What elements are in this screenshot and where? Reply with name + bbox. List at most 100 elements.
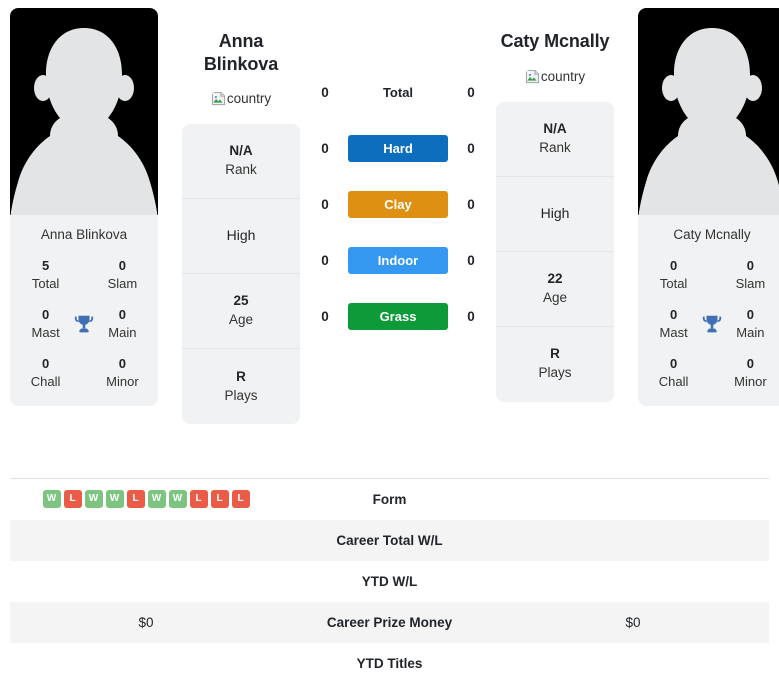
right-ytd-titles xyxy=(497,643,769,684)
right-info-age: 22 Age xyxy=(496,252,614,327)
form-badge-l: L xyxy=(189,490,208,509)
label: Total xyxy=(31,275,60,291)
left-player-avatar xyxy=(10,8,158,215)
left-info-plays: R Plays xyxy=(182,349,300,424)
comparison-stats-table: WLWWLWWLLL Form Career Total W/L YTD W/L… xyxy=(10,478,769,684)
left-info-card: N/A Rank High 25 Age R Plays xyxy=(182,124,300,424)
name-line-2: Blinkova xyxy=(203,53,279,74)
form-badge-w: W xyxy=(84,490,103,509)
left-score-total: 0 xyxy=(321,84,329,100)
left-card-player-name: Anna Blinkova xyxy=(40,227,128,242)
right-country-flag: country xyxy=(524,68,586,84)
value: R xyxy=(236,368,246,384)
label: Slam xyxy=(735,275,766,291)
surface-breakdown: 0 Total 0 0 Hard 0 0 Clay 0 0 Indoor 0 0 xyxy=(302,8,494,344)
table-row-career-total-wl: Career Total W/L xyxy=(10,519,769,561)
right-title-slam: 0 Slam xyxy=(725,257,776,292)
left-info-high: High xyxy=(182,199,300,274)
form-badge-w: W xyxy=(42,490,61,509)
surface-label-grass[interactable]: Grass xyxy=(348,302,448,330)
row-label-ytd-titles: YTD Titles xyxy=(356,655,423,671)
surface-row-indoor: 0 Indoor 0 xyxy=(302,232,494,288)
caption: Rank xyxy=(539,139,571,155)
form-badge-l: L xyxy=(210,490,229,509)
left-title-minor: 0 Minor xyxy=(97,355,148,390)
person-silhouette-icon xyxy=(638,28,779,215)
value: 25 xyxy=(233,293,249,309)
value: 22 xyxy=(547,270,563,286)
trophy-icon-svg xyxy=(702,315,722,333)
value: 0 xyxy=(746,258,755,274)
left-info-age: 25 Age xyxy=(182,274,300,349)
left-title-chall: 0 Chall xyxy=(20,355,71,390)
label: Main xyxy=(736,324,765,340)
right-score-hard: 0 xyxy=(467,140,475,156)
row-label-ytd-wl: YTD W/L xyxy=(361,573,418,589)
right-titles-row-3: 0 Chall 0 Minor xyxy=(638,347,779,396)
value: 0 xyxy=(118,258,127,274)
value: 0 xyxy=(118,307,127,323)
caption: Plays xyxy=(224,387,258,403)
left-player-card[interactable]: Anna Blinkova 5 Total 0 Slam 0 Mast 0 Ma… xyxy=(10,8,158,407)
value: High xyxy=(226,227,256,244)
trophy-icon xyxy=(699,313,725,335)
surface-row-total: 0 Total 0 xyxy=(302,64,494,120)
left-form-cell: WLWWLWWLLL xyxy=(10,478,282,520)
right-title-chall: 0 Chall xyxy=(648,355,699,390)
label: Total xyxy=(659,275,688,291)
right-player-name: Caty Mcnally xyxy=(500,31,610,51)
right-player-card[interactable]: Caty Mcnally 0 Total 0 Slam 0 Mast 0 Mai… xyxy=(638,8,779,407)
value: 0 xyxy=(669,356,678,372)
value: 0 xyxy=(669,307,678,323)
label: Minor xyxy=(734,373,767,389)
broken-image-icon xyxy=(210,91,225,106)
value: 0 xyxy=(669,258,678,274)
right-info-card: N/A Rank High 22 Age R Plays xyxy=(496,101,614,402)
caption: Age xyxy=(542,289,568,305)
row-label-career-total-wl: Career Total W/L xyxy=(336,532,443,548)
right-titles-row-2: 0 Mast 0 Main xyxy=(638,298,779,347)
player-comparison-page: Anna Blinkova 5 Total 0 Slam 0 Mast 0 Ma… xyxy=(0,0,779,699)
right-career-prize-money: $0 xyxy=(625,614,641,630)
right-player-header: Caty Mcnally country N/A Rank High 22 Ag… xyxy=(494,8,616,402)
label: Mast xyxy=(659,324,688,340)
right-info-plays: R Plays xyxy=(496,327,614,402)
surface-label-hard[interactable]: Hard xyxy=(348,134,448,162)
right-title-main: 0 Main xyxy=(725,306,776,341)
left-info-rank: N/A Rank xyxy=(182,124,300,199)
person-silhouette-icon xyxy=(10,28,158,215)
left-ytd-wl xyxy=(10,561,282,602)
value: N/A xyxy=(229,143,253,159)
table-row-form: WLWWLWWLLL Form xyxy=(10,478,769,520)
left-score-clay: 0 xyxy=(321,196,329,212)
left-score-indoor: 0 xyxy=(321,252,329,268)
left-title-main: 0 Main xyxy=(97,306,148,341)
surface-label-clay[interactable]: Clay xyxy=(348,190,448,218)
label: Slam xyxy=(107,275,138,291)
broken-image-icon xyxy=(524,68,539,83)
value: R xyxy=(550,346,560,362)
label: Chall xyxy=(30,373,61,389)
trophy-icon xyxy=(71,313,97,335)
right-score-indoor: 0 xyxy=(467,252,475,268)
right-title-mast: 0 Mast xyxy=(648,306,699,341)
surface-label-indoor[interactable]: Indoor xyxy=(348,246,448,274)
table-row-ytd-wl: YTD W/L xyxy=(10,561,769,602)
form-badge-w: W xyxy=(105,490,124,509)
comparison-header: Anna Blinkova 5 Total 0 Slam 0 Mast 0 Ma… xyxy=(0,0,779,478)
caption: Rank xyxy=(225,162,257,177)
form-badge-l: L xyxy=(231,490,250,509)
table-row-ytd-titles: YTD Titles xyxy=(10,643,769,684)
value: N/A xyxy=(543,120,567,136)
left-player-name: Anna Blinkova xyxy=(204,30,278,75)
value: 0 xyxy=(746,356,755,372)
right-score-grass: 0 xyxy=(467,308,475,324)
surface-label-total: Total xyxy=(382,84,414,100)
form-badge-l: L xyxy=(126,490,145,509)
form-badge-w: W xyxy=(147,490,166,509)
table-row-career-prize-money: $0 Career Prize Money $0 xyxy=(10,601,769,643)
value: 0 xyxy=(118,356,127,372)
country-alt-text: country xyxy=(540,68,586,84)
caption: Age xyxy=(228,312,254,327)
left-form-badges: WLWWLWWLLL xyxy=(18,490,274,509)
